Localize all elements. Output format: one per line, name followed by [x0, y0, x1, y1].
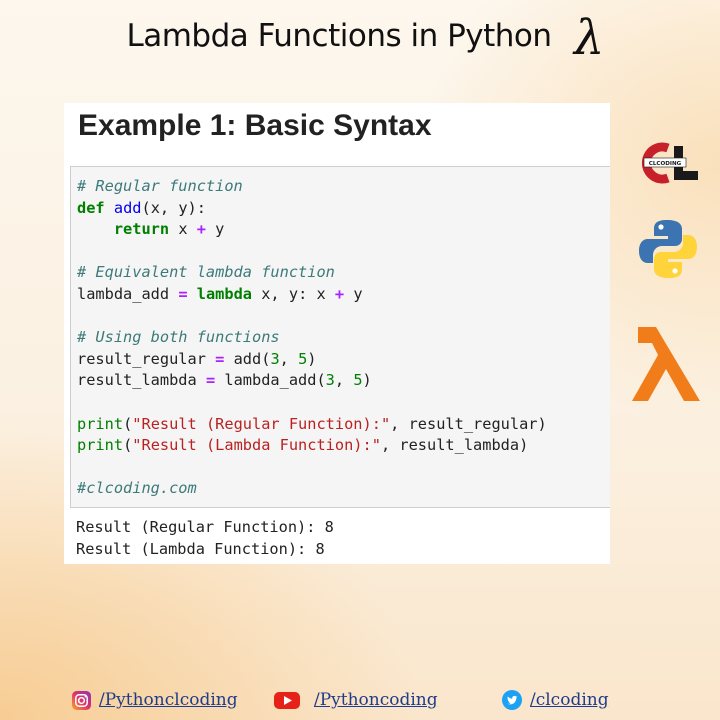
code-token: (: [123, 436, 133, 455]
code-block: # Regular function def add(x, y): return …: [77, 176, 547, 500]
code-token: =: [205, 371, 216, 390]
code-token: print: [77, 436, 124, 455]
code-line: print("Result (Lambda Function):", resul…: [77, 435, 547, 457]
code-token: , result_regular): [390, 414, 547, 433]
output-block: Result (Regular Function): 8 Result (Lamb…: [76, 517, 334, 560]
clcoding-logo-icon: CLCODING: [638, 142, 700, 184]
code-token: # Regular function: [77, 177, 243, 195]
code-token: lambda_add: [77, 284, 179, 303]
code-token: result_lambda: [77, 371, 206, 390]
code-line: #clcoding.com: [77, 478, 547, 500]
output-line: Result (Regular Function): 8: [76, 518, 334, 536]
code-token: "Result (Lambda Function):": [132, 436, 381, 455]
code-line: result_lambda = lambda_add(3, 5): [77, 370, 547, 392]
code-token: y: [205, 220, 225, 239]
code-cell: # Regular function def add(x, y): return …: [70, 166, 610, 508]
code-line: lambda_add = lambda x, y: x + y: [77, 284, 547, 306]
code-token: result_regular: [77, 349, 216, 368]
orange-lambda-icon: [628, 323, 706, 407]
code-token: #clcoding.com: [77, 479, 197, 498]
code-token: add(: [224, 349, 271, 368]
code-token: lambda_add(: [215, 371, 326, 390]
code-token: "Result (Regular Function):": [132, 414, 391, 433]
twitter-icon: [502, 690, 522, 710]
footer-youtube[interactable]: /Pythoncoding: [274, 688, 438, 712]
code-token: lambda: [196, 284, 253, 303]
footer-instagram[interactable]: /Pythonclcoding: [72, 688, 238, 712]
code-token: 5: [298, 349, 308, 368]
clcoding-logo-text: CLCODING: [649, 161, 682, 167]
code-line: # Regular function: [77, 176, 547, 198]
code-token: x, y: x: [252, 284, 335, 303]
instagram-icon: [72, 690, 91, 710]
code-token: ): [362, 371, 372, 390]
code-line: return x + y: [77, 219, 547, 241]
code-token: +: [196, 220, 206, 239]
code-token: 3: [270, 349, 280, 368]
code-line: result_regular = add(3, 5): [77, 349, 547, 371]
example-heading: Example 1: Basic Syntax: [78, 109, 432, 142]
output-line: Result (Lambda Function): 8: [76, 539, 325, 558]
code-token: # Using both functions: [77, 328, 280, 347]
code-token: ,: [279, 349, 299, 368]
youtube-icon: [274, 691, 300, 709]
twitter-link[interactable]: /clcoding: [530, 690, 609, 710]
code-token: =: [215, 349, 225, 368]
code-token: def: [77, 198, 105, 217]
code-line: # Using both functions: [77, 327, 547, 349]
instagram-link[interactable]: /Pythonclcoding: [99, 690, 238, 710]
code-token: x: [169, 220, 197, 239]
lambda-symbol-icon: λ: [574, 10, 605, 66]
code-example-card: Example 1: Basic Syntax # Regular functi…: [64, 103, 610, 564]
code-token: ,: [334, 371, 354, 390]
code-line: # Equivalent lambda function: [77, 262, 547, 284]
code-token: 3: [325, 371, 335, 390]
code-token: , result_lambda): [380, 436, 529, 455]
code-token: y: [344, 284, 363, 303]
code-token: 5: [353, 371, 363, 390]
code-token: =: [178, 284, 188, 303]
youtube-link[interactable]: /Pythoncoding: [314, 690, 438, 710]
code-line: print("Result (Regular Function):", resu…: [77, 414, 547, 436]
python-logo-icon: [638, 219, 698, 279]
code-token: return: [113, 220, 170, 239]
code-token: +: [334, 284, 345, 303]
code-token: add: [113, 198, 142, 217]
code-token: (: [123, 414, 133, 433]
code-line: def add(x, y):: [77, 198, 547, 220]
footer-twitter[interactable]: /clcoding: [502, 688, 609, 712]
code-token: # Equivalent lambda function: [77, 263, 335, 282]
code-token: ): [307, 349, 317, 368]
code-token: print: [77, 414, 124, 433]
code-token: (x, y):: [141, 198, 206, 217]
